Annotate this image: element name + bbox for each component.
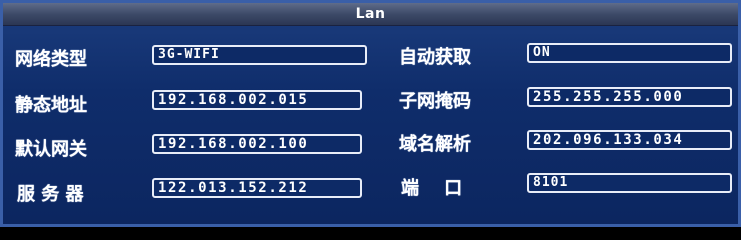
static-address-label: 静态地址 <box>15 95 87 116</box>
title-bar: Lan <box>3 3 738 26</box>
port-field[interactable]: 8101 <box>527 173 732 193</box>
window-title: Lan <box>355 6 386 22</box>
static-address-field[interactable]: 192.168.002.015 <box>152 90 362 110</box>
network-type-label: 网络类型 <box>15 49 87 70</box>
network-type-field[interactable]: 3G-WIFI <box>152 45 367 65</box>
dns-field[interactable]: 202.096.133.034 <box>527 130 732 150</box>
subnet-mask-field[interactable]: 255.255.255.000 <box>527 87 732 107</box>
subnet-mask-label: 子网掩码 <box>399 91 471 112</box>
port-label: 端 口 <box>401 178 463 199</box>
default-gateway-field[interactable]: 192.168.002.100 <box>152 134 362 154</box>
server-field[interactable]: 122.013.152.212 <box>152 178 362 198</box>
dns-label: 域名解析 <box>399 134 471 155</box>
default-gateway-label: 默认网关 <box>15 139 87 160</box>
lan-settings-window: Lan 网络类型 3G-WIFI 静态地址 192.168.002.015 默认… <box>0 0 741 227</box>
server-label: 服 务 器 <box>17 184 84 205</box>
auto-obtain-label: 自动获取 <box>399 47 471 68</box>
auto-obtain-field[interactable]: ON <box>527 43 732 63</box>
